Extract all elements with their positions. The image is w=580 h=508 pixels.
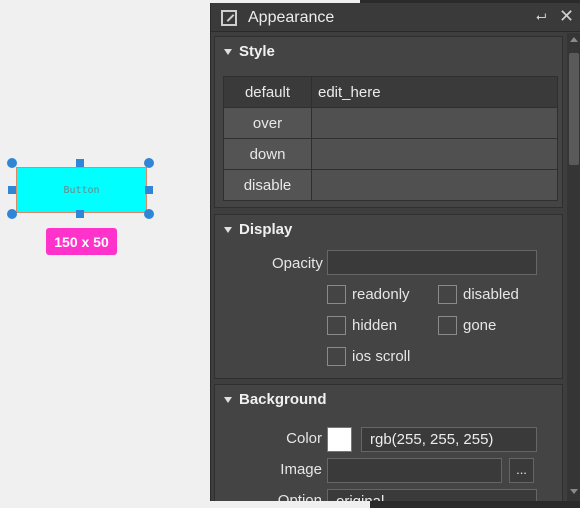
opacity-input[interactable]	[327, 250, 537, 275]
ios-scroll-checkbox[interactable]	[327, 347, 346, 366]
browse-image-button[interactable]: ...	[509, 458, 534, 483]
design-canvas[interactable]: Button 150 x 50	[0, 0, 210, 508]
state-cell: default	[223, 76, 312, 108]
gone-checkbox[interactable]	[438, 316, 457, 335]
readonly-label: readonly	[352, 286, 410, 303]
scroll-up-icon[interactable]	[570, 37, 578, 42]
panel-title: Appearance	[248, 9, 335, 26]
panel-content: Style default edit_here over down disabl…	[211, 33, 567, 501]
state-cell: over	[223, 107, 312, 139]
option-select[interactable]: original	[327, 489, 537, 501]
background-section: Background Color rgb(255, 255, 255) Imag…	[214, 384, 563, 501]
edit-square-icon	[221, 10, 237, 26]
collapse-triangle-icon	[224, 396, 232, 403]
table-row[interactable]: disable	[223, 169, 558, 201]
widget-button[interactable]: Button	[16, 167, 147, 213]
close-icon[interactable]: ✕	[559, 7, 575, 25]
style-value-cell[interactable]	[311, 138, 558, 170]
image-label: Image	[280, 461, 322, 478]
table-row[interactable]: down	[223, 138, 558, 170]
hidden-checkbox[interactable]	[327, 316, 346, 335]
style-value-cell[interactable]	[311, 169, 558, 201]
style-section-header[interactable]: Style	[224, 43, 275, 60]
opacity-label: Opacity	[272, 255, 323, 272]
table-row[interactable]: default edit_here	[223, 76, 558, 108]
widget-button-label: Button	[63, 184, 100, 196]
style-value-cell[interactable]	[311, 107, 558, 139]
color-input[interactable]: rgb(255, 255, 255)	[361, 427, 537, 452]
state-cell: down	[223, 138, 312, 170]
option-label: Option	[277, 492, 322, 501]
resize-handle-left[interactable]	[8, 186, 16, 194]
appearance-panel: Appearance ⮠ ✕ Style default edit_here o…	[210, 3, 580, 501]
resize-handle-right[interactable]	[145, 186, 153, 194]
collapse-triangle-icon	[224, 48, 232, 55]
hidden-label: hidden	[352, 317, 398, 334]
panel-titlebar[interactable]: Appearance ⮠ ✕	[211, 3, 580, 32]
style-value-cell[interactable]: edit_here	[311, 76, 558, 108]
readonly-checkbox[interactable]	[327, 285, 346, 304]
disabled-checkbox[interactable]	[438, 285, 457, 304]
scroll-down-icon[interactable]	[570, 489, 578, 494]
table-row[interactable]: over	[223, 107, 558, 139]
resize-handle-top[interactable]	[76, 159, 84, 167]
resize-handle-bottom-right[interactable]	[144, 209, 154, 219]
color-swatch[interactable]	[327, 427, 352, 452]
state-cell: disable	[223, 169, 312, 201]
gone-label: gone	[463, 317, 497, 334]
style-state-table: default edit_here over down disable	[223, 76, 558, 201]
background-window-edge-bottom	[370, 500, 580, 508]
scroll-thumb[interactable]	[569, 53, 579, 165]
color-label: Color	[286, 430, 322, 447]
display-section-header[interactable]: Display	[224, 221, 292, 238]
resize-handle-bottom-left[interactable]	[7, 209, 17, 219]
selected-widget[interactable]: Button	[7, 158, 154, 219]
style-section: Style default edit_here over down disabl…	[214, 36, 563, 208]
size-badge: 150 x 50	[46, 228, 117, 255]
pin-icon[interactable]: ⮠	[536, 9, 552, 25]
resize-handle-top-right[interactable]	[144, 158, 154, 168]
ios-scroll-label: ios scroll	[352, 348, 411, 365]
collapse-triangle-icon	[224, 226, 232, 233]
display-section: Display Opacity readonly disabled hidden…	[214, 214, 563, 379]
resize-handle-bottom[interactable]	[76, 210, 84, 218]
panel-scrollbar[interactable]	[567, 33, 580, 501]
disabled-label: disabled	[463, 286, 519, 303]
image-input[interactable]	[327, 458, 502, 483]
background-section-header[interactable]: Background	[224, 391, 327, 408]
resize-handle-top-left[interactable]	[7, 158, 17, 168]
